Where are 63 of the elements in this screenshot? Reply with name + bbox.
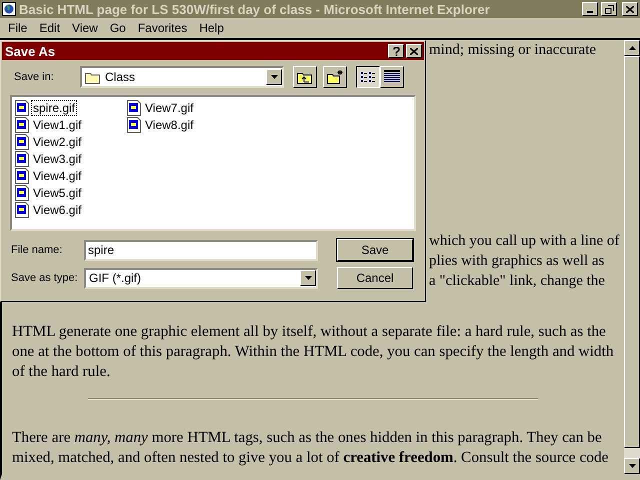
help-icon (392, 46, 400, 56)
file-name-label: File name: (11, 244, 64, 256)
menu-item[interactable]: Help (193, 21, 230, 35)
list-entry[interactable]: View5.gif (31, 184, 84, 200)
window-title: Basic HTML page for LS 530W/first day of class - Microsoft Internet Explorer (19, 2, 491, 16)
restore-icon (604, 4, 614, 14)
menu-item[interactable]: Edit (33, 21, 66, 35)
file-type-dropdown[interactable]: GIF (*.gif) (84, 268, 318, 288)
image-file-icon (15, 168, 29, 184)
new-folder-icon (326, 70, 344, 84)
text-line: mind; missing or inaccurate (429, 41, 596, 60)
paragraph: HTML generate one graphic element all by itself, without a separate file: a hard rule, such as the one at the bottom of this paragraph. Within the HTML code, you can specify the length and width of the hard rule. (12, 322, 615, 382)
list-entry[interactable]: View2.gif (31, 134, 84, 150)
close-icon (626, 6, 634, 12)
down-arrow-icon (628, 464, 636, 468)
image-file-icon (15, 100, 29, 116)
caret-icon (304, 276, 312, 280)
close-button[interactable] (622, 2, 638, 16)
list-entry[interactable]: View6.gif (31, 202, 84, 218)
restore-button[interactable] (601, 2, 617, 16)
text-line: which you call up with a line of (429, 232, 620, 251)
list-entry[interactable]: spire.gif (31, 100, 78, 116)
browser-icon (2, 2, 16, 16)
list-view-icon (360, 71, 376, 83)
image-file-icon (127, 100, 141, 116)
scrollbar[interactable] (624, 40, 640, 474)
save-button[interactable]: Save (337, 239, 413, 261)
image-file-icon (15, 134, 29, 150)
save-as-type-label: Save as type: (11, 272, 79, 284)
menu-item[interactable]: View (66, 21, 104, 35)
details-view-icon (384, 70, 400, 84)
caret-icon (270, 75, 278, 79)
save-in-label: Save in: (14, 71, 55, 83)
up-arrow-icon (628, 46, 636, 50)
minimize-button[interactable] (582, 2, 598, 16)
save-in-dropdown[interactable]: Class (80, 66, 284, 88)
folder-icon (85, 70, 101, 84)
up-folder-button[interactable] (293, 66, 317, 88)
list-entry[interactable]: View7.gif (143, 100, 196, 116)
image-file-icon (15, 184, 29, 200)
image-file-icon (15, 150, 29, 166)
text-line: a "clickable" link, change the (429, 272, 605, 291)
list-entry[interactable]: View8.gif (143, 116, 196, 132)
list-entry[interactable]: View3.gif (31, 150, 84, 166)
menu-item[interactable]: Favorites (132, 21, 194, 35)
menu-item[interactable]: Go (104, 21, 132, 35)
file-name-field[interactable]: spire (84, 240, 318, 260)
new-folder-button[interactable] (323, 66, 347, 88)
paragraph: There are many, many more HTML tags, such as the ones hidden in this paragraph. They can be mixed, matched, and often nested to give you a lot of creative freedom. Consult the source code (12, 428, 610, 468)
help-button[interactable] (388, 44, 404, 58)
close-button[interactable] (406, 44, 422, 58)
image-file-icon (15, 116, 29, 132)
dialog-title: Save As (5, 44, 56, 58)
image-file-icon (15, 202, 29, 218)
list-entry[interactable]: View4.gif (31, 168, 84, 184)
text-line: plies with graphics as well as (429, 252, 604, 271)
menu-item[interactable]: File (2, 21, 34, 35)
image-file-icon (127, 116, 141, 132)
view-button[interactable] (356, 66, 380, 88)
close-icon (410, 48, 418, 54)
up-folder-icon (297, 70, 313, 84)
list-entry[interactable]: View1.gif (31, 116, 84, 132)
cancel-button[interactable]: Cancel (337, 267, 413, 289)
